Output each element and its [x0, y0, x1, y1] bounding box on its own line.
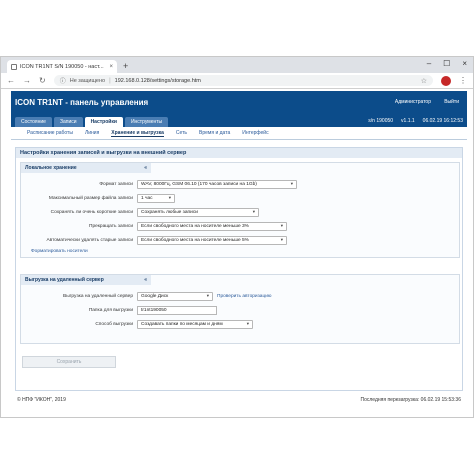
- stop-recording-select[interactable]: Если свободного места на носителе меньше…: [137, 221, 287, 231]
- panel-title: Настройки хранения записей и выгрузки на…: [16, 148, 462, 158]
- format-storage-link[interactable]: Форматировать носители: [31, 249, 88, 254]
- reload-icon[interactable]: ↻: [39, 76, 46, 85]
- page-icon: [11, 63, 17, 70]
- logout-link[interactable]: Выйти: [444, 99, 459, 105]
- auto-delete-value: Если свободного места на носителе меньше…: [141, 237, 249, 243]
- max-file-size-select[interactable]: 1 час ▾: [137, 193, 175, 203]
- record-format-row: Формат записи WAV, 8000Гц, GSM 06.10 (17…: [21, 179, 297, 189]
- tab-close-icon[interactable]: ×: [109, 64, 113, 70]
- profile-avatar-icon[interactable]: [441, 75, 451, 86]
- tab-records[interactable]: Записи: [53, 117, 83, 127]
- upload-folder-row: Папка для выгрузки tr1nt190050: [21, 305, 217, 315]
- firmware-version: v1.1.1: [401, 118, 415, 124]
- remote-upload-title-text: Выгрузка на удаленный сервер: [25, 277, 104, 283]
- upload-service-select[interactable]: Google Диск ▾: [137, 291, 213, 301]
- local-storage-title[interactable]: Локальное хранение «: [21, 163, 151, 173]
- record-format-value: WAV, 8000Гц, GSM 06.10 (170 часов записи…: [141, 181, 257, 187]
- max-file-size-label: Максимальный размер файла записи: [48, 195, 133, 201]
- settings-subtabs: Расписание работы Линия Хранение и выгру…: [11, 127, 467, 140]
- forward-icon[interactable]: →: [23, 76, 31, 85]
- browser-window: ICON TR1NT S/N 190050 - наст... × + – ☐ …: [0, 56, 474, 418]
- chevron-down-icon: ▾: [168, 195, 171, 200]
- bookmark-star-icon[interactable]: ☆: [421, 77, 427, 85]
- save-button[interactable]: Сохранить: [22, 356, 116, 368]
- page-footer: © НПФ "ИКОН", 2019 Последняя перезагрузк…: [15, 397, 463, 407]
- storage-settings-panel: Настройки хранения записей и выгрузки на…: [15, 147, 463, 391]
- record-format-label: Формат записи: [99, 181, 133, 187]
- short-records-row: Сохранять ли очень короткие записи Сохра…: [21, 207, 259, 217]
- back-icon[interactable]: ←: [7, 76, 15, 85]
- url-input[interactable]: ⓘ Не защищено | 192.168.0.128/settings/s…: [53, 75, 433, 86]
- chevron-down-icon: ▾: [206, 293, 209, 298]
- url-separator: |: [109, 77, 111, 84]
- auto-delete-select[interactable]: Если свободного места на носителе меньше…: [137, 235, 287, 245]
- chevron-down-icon: ▾: [280, 237, 283, 242]
- upload-service-label: Выгрузка на удаленный сервер: [63, 293, 133, 299]
- security-status: Не защищено: [69, 77, 106, 84]
- auto-delete-label: Автоматически удалять старые записи: [46, 237, 133, 243]
- collapse-icon[interactable]: «: [144, 165, 147, 171]
- new-tab-icon[interactable]: +: [123, 61, 128, 71]
- copyright: © НПФ "ИКОН", 2019: [17, 397, 66, 403]
- stop-recording-value: Если свободного места на носителе меньше…: [141, 223, 249, 229]
- upload-method-row: Способ выгрузки Создавать папки по месяц…: [21, 319, 253, 329]
- subtab-line[interactable]: Линия: [85, 130, 99, 136]
- remote-upload-group: Выгрузка на удаленный сервер « Выгрузка …: [20, 274, 460, 344]
- serial-number: s/n 190050: [368, 118, 394, 124]
- stop-recording-label: Прекращать записи: [89, 223, 133, 229]
- subtab-network[interactable]: Сеть: [176, 130, 187, 136]
- page-content: ICON TR1NT - панель управления Администр…: [11, 91, 467, 417]
- max-file-size-row: Максимальный размер файла записи 1 час ▾: [21, 193, 175, 203]
- short-records-select[interactable]: Сохранять любые записи ▾: [137, 207, 259, 217]
- upload-service-row: Выгрузка на удаленный сервер Google Диск…: [21, 291, 271, 301]
- close-window-icon[interactable]: ×: [462, 59, 467, 68]
- tab-strip: ICON TR1NT S/N 190050 - наст... × + – ☐ …: [1, 57, 473, 73]
- tab-tools[interactable]: Инструменты: [124, 117, 169, 127]
- address-bar: ← → ↻ ⓘ Не защищено | 192.168.0.128/sett…: [1, 73, 473, 89]
- local-storage-group: Локальное хранение « Формат записи WAV, …: [20, 162, 460, 258]
- upload-method-select[interactable]: Создавать папки по месяцам и дням ▾: [137, 319, 253, 329]
- collapse-icon[interactable]: «: [144, 277, 147, 283]
- browser-tab[interactable]: ICON TR1NT S/N 190050 - наст... ×: [7, 60, 117, 73]
- subtab-datetime[interactable]: Время и дата: [199, 130, 230, 136]
- info-icon[interactable]: ⓘ: [60, 76, 66, 85]
- short-records-value: Сохранять любые записи: [141, 209, 198, 215]
- stop-recording-row: Прекращать записи Если свободного места …: [21, 221, 287, 231]
- short-records-label: Сохранять ли очень короткие записи: [50, 209, 133, 215]
- local-storage-title-text: Локальное хранение: [25, 165, 77, 171]
- tab-title: ICON TR1NT S/N 190050 - наст...: [20, 63, 104, 70]
- chevron-down-icon: ▾: [280, 223, 283, 228]
- remote-upload-title[interactable]: Выгрузка на удаленный сервер «: [21, 275, 151, 285]
- minimize-icon[interactable]: –: [427, 59, 431, 68]
- upload-service-value: Google Диск: [141, 293, 169, 299]
- url-text: 192.168.0.128/settings/storage.htm: [114, 77, 201, 84]
- max-file-size-value: 1 час: [141, 195, 153, 201]
- maximize-icon[interactable]: ☐: [443, 59, 450, 68]
- tab-status[interactable]: Состояние: [15, 117, 52, 127]
- last-reboot: Последняя перезагрузка: 06.02.19 15:53:3…: [360, 397, 461, 403]
- page-title: ICON TR1NT - панель управления: [15, 98, 149, 107]
- upload-folder-label: Папка для выгрузки: [88, 307, 133, 313]
- app-header: ICON TR1NT - панель управления Администр…: [11, 91, 467, 127]
- chevron-down-icon: ▾: [246, 321, 249, 326]
- upload-folder-input[interactable]: tr1nt190050: [137, 305, 217, 315]
- subtab-interface[interactable]: Интерфейс: [242, 130, 268, 136]
- device-datetime: 06.02.19 16:12:53: [422, 118, 463, 124]
- upload-method-value: Создавать папки по месяцам и дням: [141, 321, 223, 327]
- check-auth-link[interactable]: Проверить авторизацию: [217, 294, 271, 299]
- subtab-schedule[interactable]: Расписание работы: [27, 130, 73, 136]
- chevron-down-icon: ▾: [252, 209, 255, 214]
- main-tabs: Состояние Записи Настройки Инструменты: [15, 117, 169, 127]
- auto-delete-row: Автоматически удалять старые записи Если…: [21, 235, 287, 245]
- record-format-select[interactable]: WAV, 8000Гц, GSM 06.10 (170 часов записи…: [137, 179, 297, 189]
- window-controls: – ☐ ×: [427, 59, 467, 68]
- tab-settings[interactable]: Настройки: [84, 117, 123, 127]
- device-info: s/n 190050 v1.1.1 06.02.19 16:12:53: [368, 118, 463, 124]
- subtab-storage[interactable]: Хранение и выгрузка: [111, 130, 164, 137]
- admin-link[interactable]: Администратор: [395, 99, 431, 105]
- upload-method-label: Способ выгрузки: [95, 321, 133, 327]
- chevron-down-icon: ▾: [290, 181, 293, 186]
- browser-menu-icon[interactable]: ⋮: [459, 76, 467, 85]
